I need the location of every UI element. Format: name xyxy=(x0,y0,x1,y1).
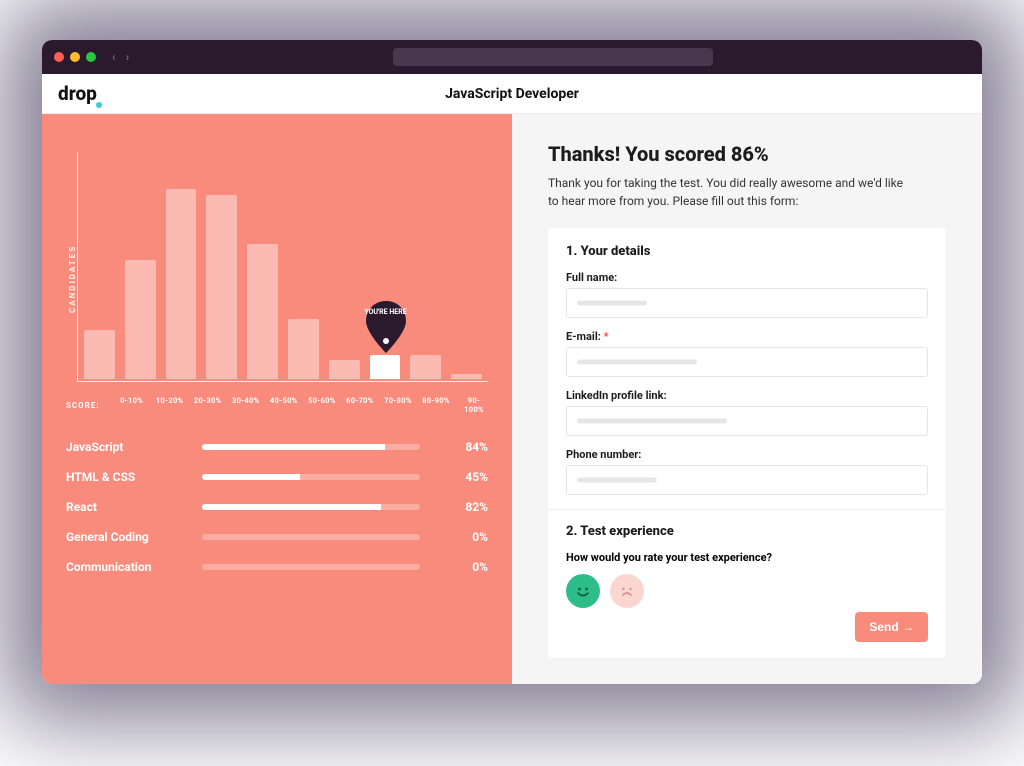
score-value: 82% xyxy=(436,500,488,514)
distribution-chart: CANDIDATES YOU'RE HERE xyxy=(66,152,488,382)
form-panel: Thanks! You scored 86% Thank you for tak… xyxy=(512,114,982,684)
app-window: ‹ › drop JavaScript Developer CANDIDATES xyxy=(42,40,982,684)
tick-label: 30-40% xyxy=(232,396,260,414)
browser-chrome: ‹ › xyxy=(42,40,982,74)
window-close-icon[interactable] xyxy=(54,52,64,62)
score-row: Communication 0% xyxy=(66,560,488,574)
marker-label: YOU'RE HERE xyxy=(362,309,410,317)
input-full-name[interactable] xyxy=(566,288,928,318)
section-test-experience: 2. Test experience xyxy=(566,524,928,539)
bar-60-70% xyxy=(329,360,360,380)
brand-logo: drop xyxy=(58,82,97,105)
experience-question: How would you rate your test experience? xyxy=(566,551,928,564)
main-content: CANDIDATES YOU'RE HERE SCORE: 0-10% 10-20… xyxy=(42,114,982,684)
divider xyxy=(548,509,946,510)
label-phone: Phone number: xyxy=(566,448,928,461)
you-are-here-marker: YOU'RE HERE xyxy=(362,301,410,355)
rating-sad[interactable] xyxy=(610,574,644,608)
bar-70-80% xyxy=(370,355,401,379)
chart-x-label: SCORE: xyxy=(66,401,100,410)
input-linkedin[interactable] xyxy=(566,406,928,436)
label-email: E-mail: * xyxy=(566,330,928,343)
bar-20-30% xyxy=(166,189,197,379)
tick-label: 80-90% xyxy=(422,396,450,414)
input-phone[interactable] xyxy=(566,465,928,495)
nav-forward-icon[interactable]: › xyxy=(126,50,130,64)
field-full-name: Full name: xyxy=(566,271,928,318)
tick-label: 50-60% xyxy=(308,396,336,414)
score-name: General Coding xyxy=(66,530,186,544)
chart-area: YOU'RE HERE xyxy=(77,152,488,382)
bar-50-60% xyxy=(288,319,319,379)
bar-30-40% xyxy=(206,195,237,379)
label-linkedin: LinkedIn profile link: xyxy=(566,389,928,402)
tick-label: 60-70% xyxy=(346,396,374,414)
label-full-name: Full name: xyxy=(566,271,928,284)
score-value: 45% xyxy=(436,470,488,484)
form-card: 1. Your details Full name: E-mail: * Lin… xyxy=(548,228,946,658)
tick-label: 40-50% xyxy=(270,396,298,414)
happy-face-icon xyxy=(573,581,593,601)
rating-happy[interactable] xyxy=(566,574,600,608)
score-name: Communication xyxy=(66,560,186,574)
result-title: Thanks! You scored 86% xyxy=(548,142,946,166)
section-your-details: 1. Your details xyxy=(566,244,928,259)
score-bar xyxy=(202,444,420,450)
window-minimize-icon[interactable] xyxy=(70,52,80,62)
score-bar xyxy=(202,504,420,510)
score-name: JavaScript xyxy=(66,440,186,454)
score-row: JavaScript 84% xyxy=(66,440,488,454)
top-bar: drop JavaScript Developer xyxy=(42,74,982,114)
bar-80-90% xyxy=(410,355,441,379)
score-value: 0% xyxy=(436,530,488,544)
score-row: HTML & CSS 45% xyxy=(66,470,488,484)
bar-90-100% xyxy=(451,374,482,379)
page-title: JavaScript Developer xyxy=(42,86,982,102)
rating-faces xyxy=(566,574,928,608)
score-value: 84% xyxy=(436,440,488,454)
field-phone: Phone number: xyxy=(566,448,928,495)
send-button[interactable]: Send → xyxy=(855,612,928,642)
chart-y-label: CANDIDATES xyxy=(66,152,77,382)
required-icon: * xyxy=(604,330,609,343)
brand-text: drop xyxy=(58,82,97,105)
score-bar xyxy=(202,564,420,570)
bar-40-50% xyxy=(247,244,278,379)
tick-label: 10-20% xyxy=(156,396,184,414)
tick-label: 90-100% xyxy=(460,396,488,414)
address-bar[interactable] xyxy=(393,48,713,66)
score-name: React xyxy=(66,500,186,514)
score-row: React 82% xyxy=(66,500,488,514)
field-linkedin: LinkedIn profile link: xyxy=(566,389,928,436)
nav-back-icon[interactable]: ‹ xyxy=(112,50,116,64)
brand-dot-icon xyxy=(96,102,102,108)
results-panel: CANDIDATES YOU'RE HERE SCORE: 0-10% 10-20… xyxy=(42,114,512,684)
tick-label: 20-30% xyxy=(194,396,222,414)
tick-label: 70-80% xyxy=(384,396,412,414)
sad-face-icon xyxy=(617,581,637,601)
score-breakdown: JavaScript 84% HTML & CSS 45% React 82% Genera… xyxy=(66,440,488,574)
score-bar xyxy=(202,474,420,480)
field-email: E-mail: * xyxy=(566,330,928,377)
bar-0-10% xyxy=(84,330,115,379)
result-subtitle: Thank you for taking the test. You did r… xyxy=(548,174,908,210)
input-email[interactable] xyxy=(566,347,928,377)
bar-10-20% xyxy=(125,260,156,379)
window-maximize-icon[interactable] xyxy=(86,52,96,62)
score-value: 0% xyxy=(436,560,488,574)
tick-label: 0-10% xyxy=(118,396,146,414)
score-bar xyxy=(202,534,420,540)
score-row: General Coding 0% xyxy=(66,530,488,544)
score-name: HTML & CSS xyxy=(66,470,186,484)
